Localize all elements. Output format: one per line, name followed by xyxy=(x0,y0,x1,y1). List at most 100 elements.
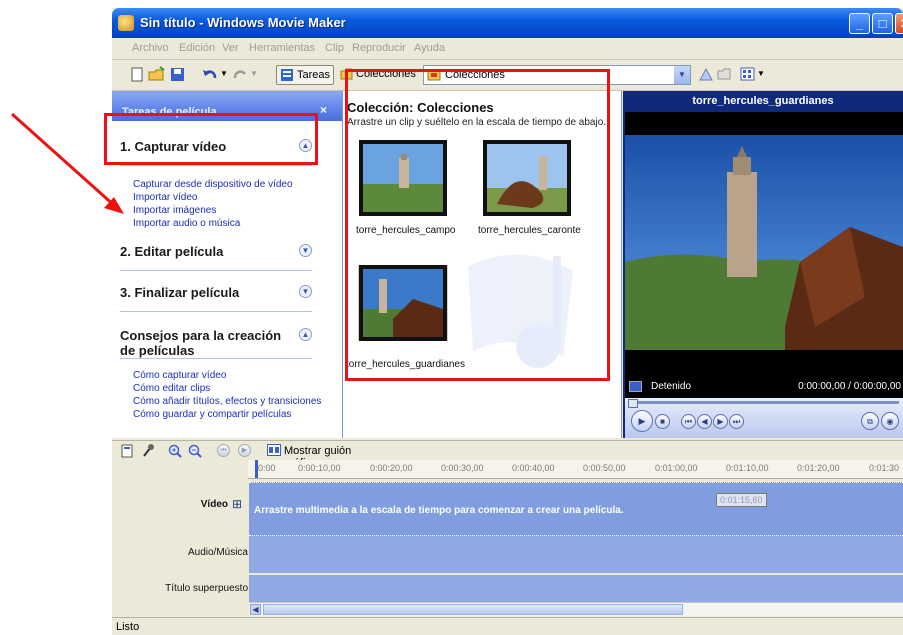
window-title: Sin título - Windows Movie Maker xyxy=(140,15,346,30)
preview-screen[interactable] xyxy=(625,112,903,377)
track-label-title-overlay: Título superpuesto xyxy=(165,583,248,594)
section-edit-movie[interactable]: 2. Editar película xyxy=(120,244,223,259)
zoom-out-icon[interactable] xyxy=(188,444,202,458)
tick-label: 0:01:20,00 xyxy=(797,463,840,473)
status-text: Listo xyxy=(116,621,140,633)
menu-bar: Archivo Edición Ver Herramientas Clip Re… xyxy=(112,38,903,60)
status-bar: Listo xyxy=(112,617,903,635)
menu-edicion[interactable]: Edición xyxy=(179,42,215,54)
tick-label: 0:00:30,00 xyxy=(441,463,484,473)
divider xyxy=(120,165,312,166)
next-button[interactable]: ⏭ xyxy=(729,414,744,429)
link-how-edit[interactable]: Cómo editar clips xyxy=(133,383,210,394)
video-track[interactable]: Arrastre multimedia a la escala de tiemp… xyxy=(249,482,903,536)
video-track-hint: Arrastre multimedia a la escala de tiemp… xyxy=(254,505,624,516)
timeline-ruler[interactable]: 0:00 0:00:10,00 0:00:20,00 0:00:30,00 0:… xyxy=(248,460,903,479)
expand-edit-icon[interactable]: ▼ xyxy=(299,244,312,257)
expand-video-track-icon[interactable]: ⊞ xyxy=(232,497,242,511)
storyboard-icon xyxy=(267,444,281,456)
tasks-icon xyxy=(281,69,293,81)
save-icon[interactable] xyxy=(170,66,186,84)
link-how-save[interactable]: Cómo guardar y compartir películas xyxy=(133,409,291,420)
menu-ayuda[interactable]: Ayuda xyxy=(414,42,445,54)
link-capture-device[interactable]: Capturar desde dispositivo de vídeo xyxy=(133,179,293,190)
tick-label: 0:01:30 xyxy=(869,463,900,473)
new-project-icon[interactable] xyxy=(130,66,144,84)
menu-reproducir[interactable]: Reproducir xyxy=(352,42,406,54)
up-folder-icon[interactable] xyxy=(698,66,714,84)
expand-finish-icon[interactable]: ▼ xyxy=(299,285,312,298)
preview-title: torre_hercules_guardianes xyxy=(692,95,834,107)
link-how-capture[interactable]: Cómo capturar vídeo xyxy=(133,370,226,381)
monitor-icon xyxy=(629,381,642,392)
divider xyxy=(120,311,312,312)
annotation-arrow xyxy=(11,112,124,214)
menu-ver[interactable]: Ver xyxy=(222,42,239,54)
divider xyxy=(120,358,312,359)
seek-thumb[interactable] xyxy=(628,399,638,408)
link-how-titles[interactable]: Cómo añadir títulos, efectos y transicio… xyxy=(133,396,321,407)
tasks-button[interactable]: Tareas xyxy=(276,65,334,85)
seek-bar[interactable] xyxy=(629,401,899,404)
tasks-pane-close-icon[interactable]: × xyxy=(320,103,327,117)
new-collection-icon[interactable] xyxy=(717,66,733,84)
menu-archivo[interactable]: Archivo xyxy=(132,42,169,54)
narrate-microphone-icon[interactable] xyxy=(141,444,155,458)
divider xyxy=(120,270,312,271)
track-label-video: Vídeo xyxy=(200,499,228,510)
tick-label: 0:00 xyxy=(258,463,276,473)
preview-monitor: torre_hercules_guardianes Detenido 0:00:… xyxy=(623,91,903,438)
audio-music-track[interactable] xyxy=(249,536,903,573)
play-timeline-button[interactable]: ▶ xyxy=(238,444,251,457)
scroll-left-icon[interactable]: ◀ xyxy=(250,604,261,615)
open-project-icon[interactable] xyxy=(148,66,166,84)
tick-label: 0:01:10,00 xyxy=(726,463,769,473)
previous-button[interactable]: ⏮ xyxy=(681,414,696,429)
link-import-images[interactable]: Importar imágenes xyxy=(133,205,216,216)
title-bar[interactable]: Sin título - Windows Movie Maker _ □ ✕ xyxy=(112,8,903,38)
maximize-button[interactable]: □ xyxy=(872,13,893,34)
rewind-timeline-button[interactable]: ⏮ xyxy=(217,444,230,457)
track-label-audio: Audio/Música xyxy=(187,547,248,558)
scrollbar-thumb[interactable] xyxy=(263,604,683,615)
tick-label: 0:00:20,00 xyxy=(370,463,413,473)
play-button[interactable]: ▶ xyxy=(631,410,653,432)
close-button[interactable]: ✕ xyxy=(895,13,903,34)
redo-dropdown-icon[interactable]: ▼ xyxy=(250,69,258,87)
timeline-horizontal-scrollbar[interactable]: ◀ xyxy=(249,602,903,616)
tick-label: 0:00:40,00 xyxy=(512,463,555,473)
views-dropdown-icon[interactable]: ▼ xyxy=(757,69,765,87)
split-clip-icon[interactable]: ⧉ xyxy=(861,412,879,430)
zoom-in-icon[interactable] xyxy=(168,444,182,458)
stop-button[interactable]: ■ xyxy=(655,414,670,429)
menu-clip[interactable]: Clip xyxy=(325,42,344,54)
collapse-tips-icon[interactable]: ▲ xyxy=(299,328,312,341)
playback-controls: ▶ ■ ⏮ ◀ ▶ ⏭ ⧉ ◉ xyxy=(625,398,903,438)
undo-dropdown-icon[interactable]: ▼ xyxy=(220,69,228,87)
section-tips[interactable]: Consejos para la creación de películas xyxy=(120,328,290,358)
menu-herramientas[interactable]: Herramientas xyxy=(249,42,315,54)
annotation-box-collection xyxy=(345,69,610,381)
chevron-down-icon[interactable]: ▼ xyxy=(674,66,690,84)
undo-icon[interactable] xyxy=(202,66,218,84)
redo-icon[interactable] xyxy=(232,66,248,84)
tick-label: 0:00:50,00 xyxy=(583,463,626,473)
preview-image xyxy=(625,135,903,350)
timeline-options-icon[interactable] xyxy=(121,444,133,458)
playback-time: 0:00:00,00 / 0:00:00,00 xyxy=(798,381,901,392)
views-icon[interactable] xyxy=(740,66,756,84)
app-icon xyxy=(118,15,134,31)
title-overlay-track[interactable] xyxy=(249,575,903,602)
forward-button[interactable]: ▶ xyxy=(713,414,728,429)
take-picture-icon[interactable]: ◉ xyxy=(881,412,899,430)
minimize-button[interactable]: _ xyxy=(849,13,870,34)
tick-label: 0:01:00,00 xyxy=(655,463,698,473)
link-import-audio[interactable]: Importar audio o música xyxy=(133,218,240,229)
playback-status: Detenido xyxy=(651,381,692,392)
show-storyboard-button[interactable]: Mostrar guión gráfico xyxy=(265,443,385,469)
section-finish-movie[interactable]: 3. Finalizar película xyxy=(120,285,239,300)
tick-label: 0:00:10,00 xyxy=(298,463,341,473)
rewind-button[interactable]: ◀ xyxy=(697,414,712,429)
annotation-box-capture xyxy=(104,113,318,165)
link-import-video[interactable]: Importar vídeo xyxy=(133,192,197,203)
